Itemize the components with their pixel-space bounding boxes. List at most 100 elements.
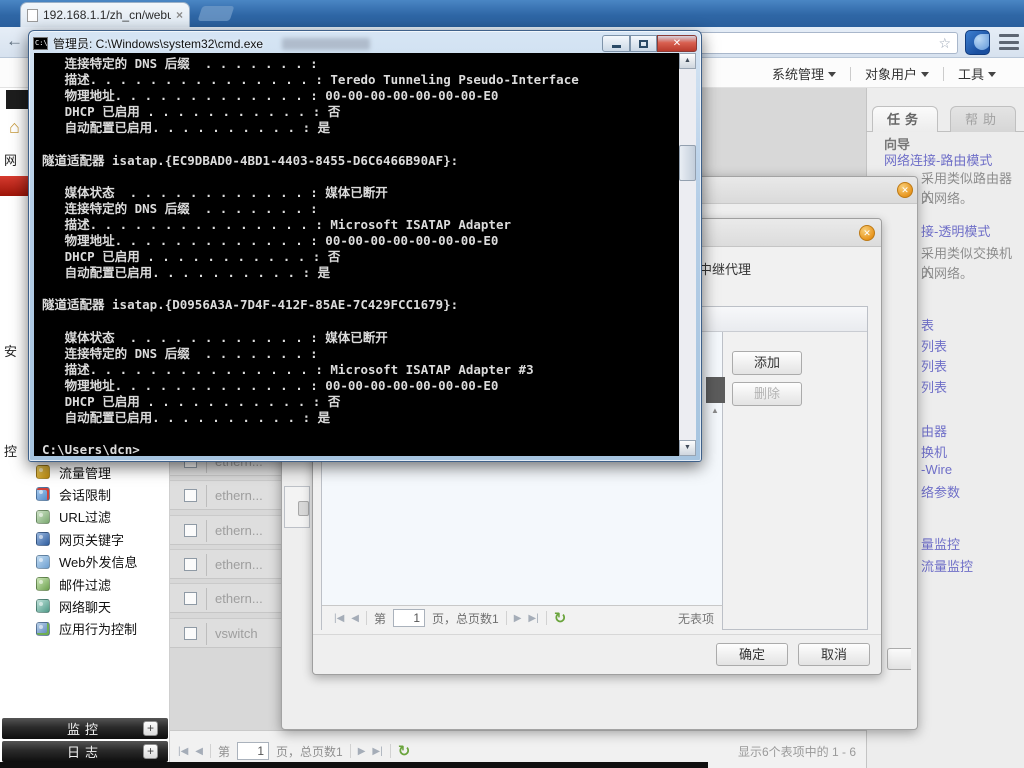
page-label: 第	[218, 744, 231, 759]
back-icon[interactable]: ←	[6, 31, 23, 51]
session-limit-icon	[36, 487, 50, 502]
wizard-link-partial[interactable]: -Wire	[921, 462, 952, 477]
wizard-link-partial[interactable]: 量监控	[921, 534, 960, 553]
next-page-icon[interactable]: ▶	[358, 746, 366, 757]
wizard-link-partial[interactable]: 列表	[921, 356, 947, 375]
sidebar-item-网页关键字[interactable]: 网页关键字	[0, 528, 170, 550]
tab-help[interactable]: 帮助	[950, 106, 1016, 132]
expand-plus-icon[interactable]: +	[143, 721, 158, 736]
wizard-link-partial[interactable]: 由器	[921, 421, 947, 440]
outer-dialog-close-icon[interactable]: ✕	[897, 182, 913, 198]
menu-item[interactable]: 系统管理	[772, 64, 836, 83]
browser-menu-icon[interactable]	[999, 34, 1019, 50]
cmd-scrollbar[interactable]: ▲ ▼	[679, 53, 696, 456]
bookmark-star-icon[interactable]: ☆	[938, 35, 951, 52]
chevron-down-icon	[988, 72, 996, 77]
sidebar-item-URL过滤[interactable]: URL过滤	[0, 506, 170, 528]
minimize-icon[interactable]	[602, 35, 630, 52]
relay-agent-label: 中继代理	[699, 262, 752, 277]
screen: 192.168.1.1/zh_cn/webu × ← ☆ 系统管理 对象用户 工具 …	[0, 0, 1024, 768]
page-favicon-icon	[27, 8, 38, 22]
row-checkbox[interactable]	[184, 626, 197, 640]
url-filter-icon	[36, 509, 50, 524]
extension-icon[interactable]	[965, 30, 990, 55]
refresh-icon[interactable]: ↻	[398, 742, 411, 760]
sidebar-item-流量管理[interactable]: 流量管理	[0, 461, 170, 483]
row-checkbox[interactable]	[184, 489, 197, 503]
chevron-down-icon	[920, 72, 929, 77]
new-tab-button[interactable]	[197, 6, 235, 21]
wizard-desc-partial: 入网络。	[921, 266, 974, 281]
sidebar-group-监控[interactable]: 监控 +	[2, 718, 168, 739]
delete-button: 删除	[732, 382, 802, 406]
scrollbar-thumb[interactable]	[679, 145, 696, 181]
row-label: ethern...	[215, 522, 263, 538]
cmd-console[interactable]: 连接特定的 DNS 后缀 . . . . . . . : 描述. . . . .…	[34, 53, 696, 456]
row-label: ethern...	[215, 488, 263, 504]
outer-dialog-button-sliver[interactable]	[887, 648, 911, 670]
selected-menu-item[interactable]	[0, 176, 29, 196]
page-number-input[interactable]	[237, 742, 270, 760]
menu-item[interactable]: 对象用户	[865, 64, 929, 83]
next-page-icon[interactable]: ▶	[514, 613, 522, 624]
wizard-link-partial[interactable]: 流量监控	[921, 556, 973, 575]
scroll-down-icon[interactable]: ▼	[679, 440, 696, 456]
dialog-footer: 确定 取消	[313, 634, 881, 674]
ok-button[interactable]: 确定	[716, 643, 788, 666]
sidebar-item-邮件过滤[interactable]: 邮件过滤	[0, 573, 170, 595]
prev-page-icon[interactable]: ◀	[351, 613, 359, 624]
sidebar-group-label-partial[interactable]: 控	[4, 441, 17, 460]
no-items-label: 无表项	[677, 611, 714, 626]
row-checkbox[interactable]	[184, 557, 197, 571]
wizard-link-partial[interactable]: 换机	[921, 442, 947, 461]
first-page-icon[interactable]: |◀	[334, 613, 344, 624]
maximize-icon[interactable]	[630, 35, 657, 52]
mail-filter-icon	[36, 577, 50, 591]
wizard-link-partial[interactable]: 络参数	[921, 482, 960, 501]
prev-page-icon[interactable]: ◀	[195, 746, 203, 757]
close-icon[interactable]: ✕	[657, 35, 697, 52]
net-chat-icon	[36, 599, 50, 614]
row-label: ethern...	[215, 556, 263, 572]
wizard-link-partial[interactable]: 列表	[921, 377, 947, 396]
cmd-window[interactable]: C:\ 管理员: C:\Windows\system32\cmd.exe ✕ 连…	[28, 30, 702, 462]
row-checkbox[interactable]	[184, 523, 197, 537]
last-page-icon[interactable]: ▶|	[528, 613, 538, 624]
tab-close-icon[interactable]: ×	[176, 8, 183, 22]
sidebar-group-日志[interactable]: 日志 +	[2, 741, 168, 762]
last-page-icon[interactable]: ▶|	[372, 746, 382, 757]
web-outgoing-icon	[36, 554, 50, 569]
dark-cell	[706, 377, 725, 403]
page-total-label: 页，总页数1	[432, 611, 499, 626]
wizard-desc-partial: 入网络。	[921, 191, 974, 206]
refresh-icon[interactable]: ↻	[554, 609, 567, 627]
expand-plus-icon[interactable]: +	[143, 744, 158, 759]
browser-tab[interactable]: 192.168.1.1/zh_cn/webu ×	[20, 2, 190, 27]
sidebar-group-label-partial[interactable]: 网	[4, 150, 17, 169]
cmd-title: 管理员: C:\Windows\system32\cmd.exe	[53, 37, 264, 51]
home-icon[interactable]: ⌂	[9, 117, 20, 138]
sidebar-item-网络聊天[interactable]: 网络聊天	[0, 595, 170, 617]
scroll-up-arrow-icon[interactable]: ▲	[711, 406, 719, 415]
wizard-link-partial[interactable]: 表	[921, 315, 934, 334]
sidebar-item-应用行为控制[interactable]: 应用行为控制	[0, 618, 170, 640]
sidebar-item-会话限制[interactable]: 会话限制	[0, 483, 170, 505]
row-label: vswitch	[215, 625, 258, 641]
menu-item[interactable]: 工具	[958, 64, 996, 83]
scroll-up-icon[interactable]: ▲	[679, 53, 696, 69]
sidebar-item-Web外发信息[interactable]: Web外发信息	[0, 551, 170, 573]
cmd-icon: C:\	[33, 37, 48, 50]
cancel-button[interactable]: 取消	[798, 643, 870, 666]
wizard-link-partial[interactable]: 接-透明模式	[921, 221, 990, 240]
row-checkbox[interactable]	[184, 592, 197, 606]
wizard-link-partial[interactable]: 列表	[921, 336, 947, 355]
wizard-link-route-mode[interactable]: 网络连接-路由模式	[884, 150, 992, 169]
cmd-titlebar[interactable]: C:\ 管理员: C:\Windows\system32\cmd.exe ✕	[33, 34, 697, 53]
sidebar-group-label-partial[interactable]: 安	[4, 341, 17, 360]
outer-dialog-content-sliver	[284, 486, 310, 528]
add-button[interactable]: 添加	[732, 351, 802, 375]
page-number-input[interactable]	[393, 609, 426, 627]
tab-task[interactable]: 任务	[872, 106, 938, 132]
first-page-icon[interactable]: |◀	[178, 746, 188, 757]
dialog-close-icon[interactable]: ✕	[859, 225, 875, 241]
